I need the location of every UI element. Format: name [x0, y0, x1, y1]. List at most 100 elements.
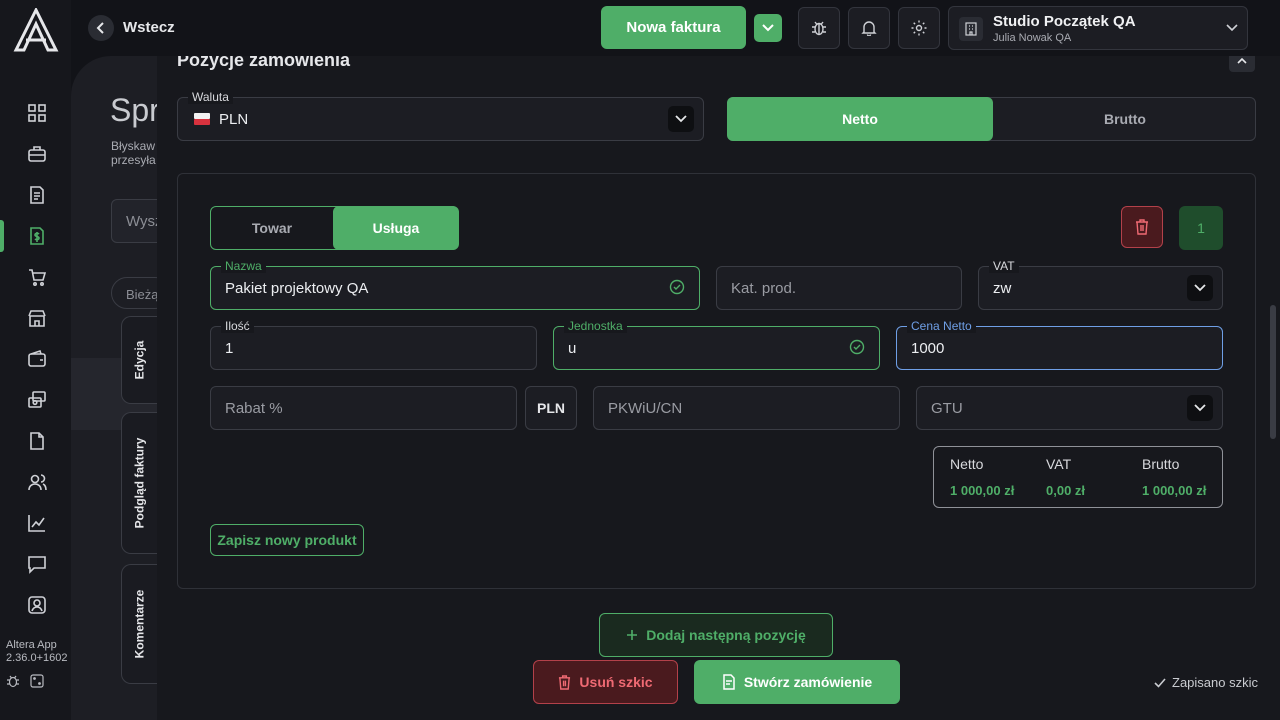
item-number-badge: 1	[1179, 206, 1223, 250]
settings-button[interactable]	[898, 7, 940, 49]
name-field[interactable]: Nazwa Pakiet projektowy QA	[210, 259, 700, 310]
name-label: Nazwa	[221, 259, 266, 273]
company-name: Studio Początek QA	[993, 13, 1136, 30]
pkwiu-placeholder: PKWiU/CN	[608, 400, 683, 417]
payments-icon[interactable]	[24, 387, 50, 413]
building-icon	[959, 17, 983, 41]
dashboard-icon[interactable]	[24, 100, 50, 126]
unit-field[interactable]: Jednostka u	[553, 319, 880, 370]
check-icon	[1154, 677, 1166, 688]
net-option[interactable]: Netto	[727, 97, 993, 141]
summary-net-value: 1 000,00 zł	[950, 483, 1015, 498]
new-invoice-button[interactable]: Nowa faktura	[601, 6, 746, 49]
summary-gross-header: Brutto	[1142, 456, 1180, 472]
new-invoice-dropdown-button[interactable]	[754, 14, 782, 42]
item-type-toggle: Towar Usługa	[210, 206, 459, 250]
currency-label: Waluta	[188, 90, 233, 104]
check-circle-icon	[669, 279, 685, 295]
vat-select[interactable]: VAT zw	[978, 259, 1223, 310]
discount-currency: PLN	[525, 386, 577, 430]
wallet-icon[interactable]	[24, 346, 50, 372]
trash-icon	[558, 674, 571, 690]
save-new-product-button[interactable]: Zapisz nowy produkt	[210, 524, 364, 556]
plus-icon	[626, 629, 638, 641]
discount-placeholder: Rabat %	[225, 400, 283, 417]
category-field[interactable]: Kat. prod.	[716, 266, 962, 310]
gross-option[interactable]: Brutto	[994, 98, 1256, 140]
net-price-field[interactable]: Cena Netto 1000	[896, 319, 1223, 370]
background-page-title: Spr	[110, 92, 160, 128]
notifications-button[interactable]	[848, 7, 890, 49]
file-icon[interactable]	[24, 428, 50, 454]
collapse-button[interactable]	[1229, 56, 1255, 72]
chevron-down-icon[interactable]	[668, 106, 694, 132]
vat-label: VAT	[989, 259, 1019, 273]
net-price-value: 1000	[911, 340, 945, 357]
service-option[interactable]: Usługa	[333, 206, 459, 250]
delete-draft-button[interactable]: Usuń szkic	[533, 660, 678, 704]
chevron-down-icon[interactable]	[1187, 395, 1213, 421]
sidebar: Altera App 2.36.0+1602	[0, 0, 71, 720]
briefcase-icon[interactable]	[24, 141, 50, 167]
summary-gross-value: 1 000,00 zł	[1142, 483, 1207, 498]
saved-status-label: Zapisano szkic	[1172, 675, 1258, 690]
app-name: Altera App	[6, 639, 57, 651]
poland-flag-icon	[194, 113, 210, 125]
quantity-field[interactable]: Ilość 1	[210, 319, 537, 370]
altera-logo[interactable]	[12, 8, 60, 52]
unit-value: u	[568, 340, 577, 357]
net-gross-toggle: Netto Brutto	[727, 97, 1256, 141]
back-button[interactable]	[88, 15, 114, 41]
users-icon[interactable]	[24, 469, 50, 495]
tab-invoice-preview[interactable]: Podgląd faktury	[121, 412, 157, 554]
cart-icon[interactable]	[24, 264, 50, 290]
company-user: Julia Nowak QA	[993, 32, 1072, 44]
add-next-position-button[interactable]: Dodaj następną pozycję	[599, 613, 833, 657]
chart-icon[interactable]	[24, 510, 50, 536]
scrollbar[interactable]	[1270, 305, 1276, 439]
goods-option[interactable]: Towar	[211, 207, 333, 249]
vat-value: zw	[993, 280, 1012, 297]
gtu-placeholder: GTU	[931, 400, 963, 417]
create-order-button[interactable]: Stwórz zamówienie	[694, 660, 900, 704]
company-selector[interactable]: Studio Początek QA Julia Nowak QA	[948, 6, 1248, 50]
chevron-down-icon	[1226, 24, 1238, 32]
create-order-label: Stwórz zamówienie	[743, 674, 873, 690]
currency-value: PLN	[219, 111, 249, 128]
document-icon[interactable]	[24, 182, 50, 208]
invoice-dollar-icon[interactable]	[24, 223, 50, 249]
net-price-label: Cena Netto	[907, 319, 976, 333]
dice-icon[interactable]	[30, 674, 44, 688]
quantity-value: 1	[225, 340, 234, 357]
sidebar-active-indicator	[0, 220, 4, 252]
summary-net-header: Netto	[950, 456, 984, 472]
add-position-label: Dodaj następną pozycję	[646, 627, 806, 643]
currency-select[interactable]: Waluta PLN	[177, 90, 704, 141]
delete-draft-label: Usuń szkic	[579, 674, 653, 690]
account-icon[interactable]	[24, 592, 50, 618]
discount-field[interactable]: Rabat %	[210, 386, 517, 430]
document-edit-icon	[722, 674, 736, 690]
back-label[interactable]: Wstecz	[123, 19, 175, 36]
summary-vat-value: 0,00 zł	[1046, 483, 1086, 498]
bug-icon[interactable]	[6, 674, 20, 688]
gtu-select[interactable]: GTU	[916, 386, 1223, 430]
summary-vat-header: VAT	[1046, 456, 1072, 472]
bug-report-button[interactable]	[798, 7, 840, 49]
quantity-label: Ilość	[221, 319, 254, 333]
chat-icon[interactable]	[24, 551, 50, 577]
category-placeholder: Kat. prod.	[731, 280, 797, 297]
delete-item-button[interactable]	[1121, 206, 1163, 248]
app-version: 2.36.0+1602	[6, 652, 68, 664]
unit-label: Jednostka	[564, 319, 627, 333]
background-subtitle-line: Błyskaw	[111, 139, 156, 153]
tab-edit[interactable]: Edycja	[121, 316, 157, 404]
store-icon[interactable]	[24, 305, 50, 331]
pkwiu-field[interactable]: PKWiU/CN	[593, 386, 900, 430]
order-items-panel: Pozycje zamówienia Waluta PLN Netto Brut…	[157, 56, 1280, 720]
check-circle-icon	[849, 339, 865, 355]
chevron-down-icon[interactable]	[1187, 275, 1213, 301]
saved-status: Zapisano szkic	[1154, 675, 1258, 690]
item-summary: Netto VAT Brutto 1 000,00 zł 0,00 zł 1 0…	[933, 446, 1223, 508]
tab-comments[interactable]: Komentarze	[121, 564, 157, 684]
